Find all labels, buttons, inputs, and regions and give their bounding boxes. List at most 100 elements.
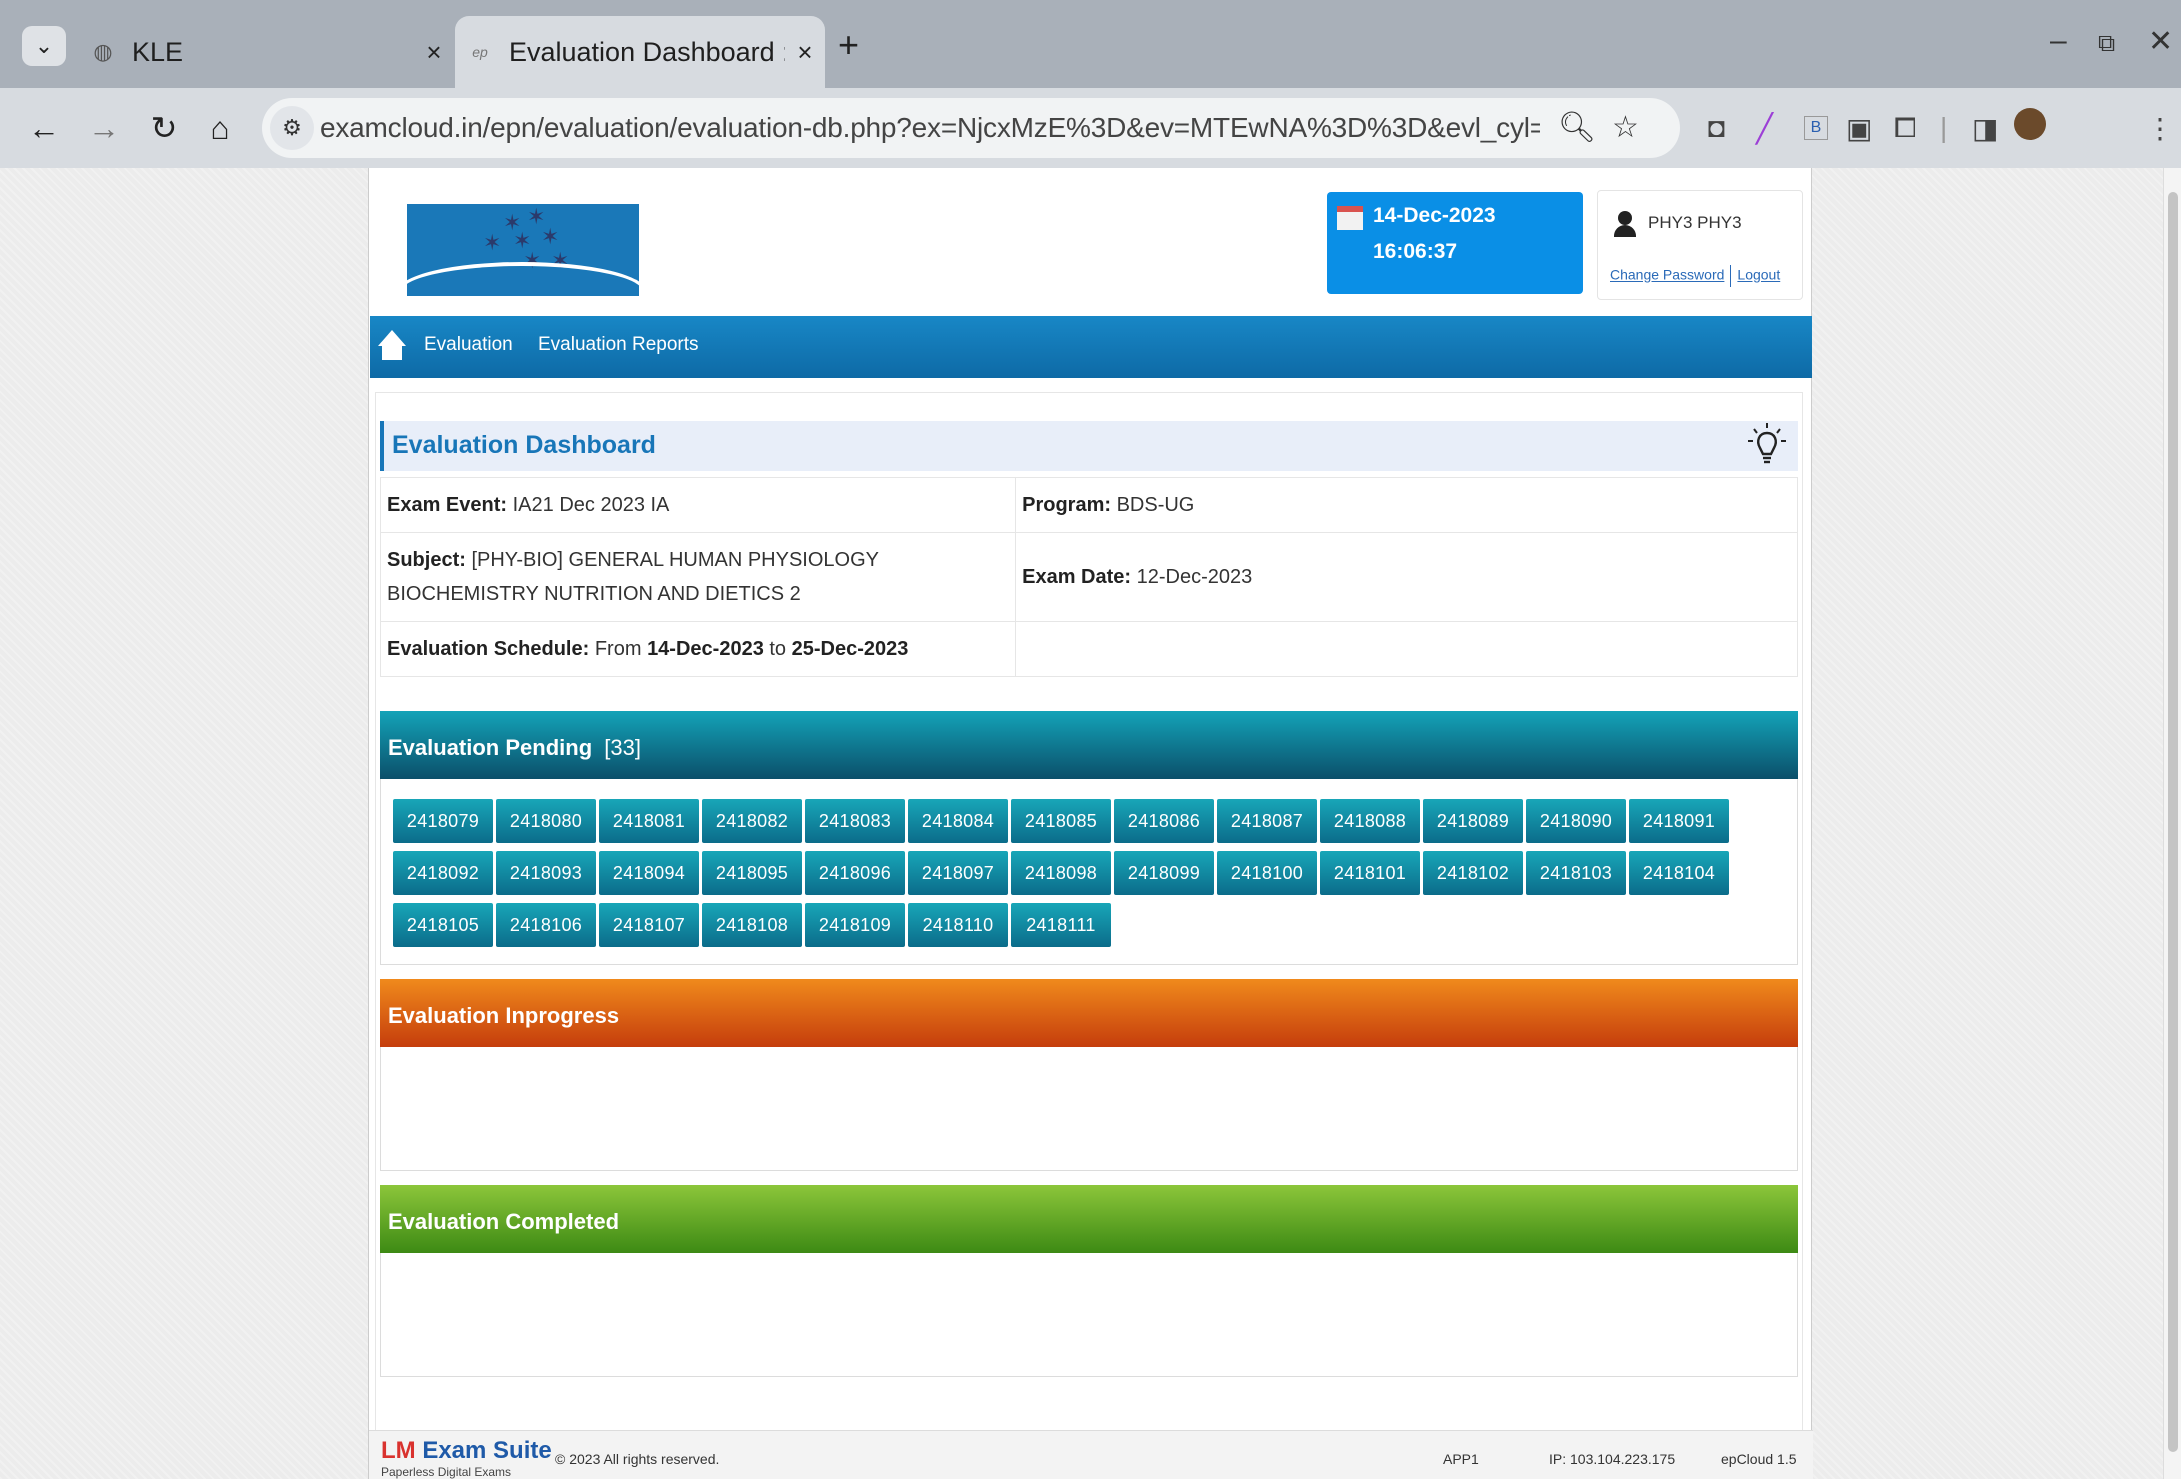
info-row: Exam Event: IA21 Dec 2023 IA Program: BD… (381, 478, 1797, 533)
address-bar[interactable]: ⚙ examcloud.in/epn/evaluation/evaluation… (262, 98, 1680, 158)
exam-date-value: 12-Dec-2023 (1136, 566, 1253, 588)
pending-title: Evaluation Pending (388, 735, 593, 760)
extensions-puzzle-icon[interactable]: ⧠ (1894, 112, 1916, 145)
script-button[interactable]: 2418108 (702, 903, 802, 947)
script-button[interactable]: 2418081 (599, 799, 699, 843)
pen-extension-icon[interactable]: ╱ (1756, 112, 1773, 145)
script-button[interactable]: 2418107 (599, 903, 699, 947)
browser-toolbar: ← → ↻ ⌂ ⚙ examcloud.in/epn/evaluation/ev… (0, 88, 2181, 168)
script-button[interactable]: 2418091 (1629, 799, 1729, 843)
vertical-scrollbar[interactable] (2163, 168, 2181, 1479)
schedule-to-word: to (769, 638, 787, 660)
script-button[interactable]: 2418111 (1011, 903, 1111, 947)
url-text[interactable]: examcloud.in/epn/evaluation/evaluation-d… (320, 112, 1540, 144)
script-button[interactable]: 2418079 (393, 799, 493, 843)
program-label: Program: (1022, 494, 1112, 516)
script-button[interactable]: 2418093 (496, 851, 596, 895)
profile-avatar[interactable] (2014, 108, 2046, 140)
script-button[interactable]: 2418084 (908, 799, 1008, 843)
date-time-box: 14-Dec-2023 16:06:37 (1327, 192, 1583, 294)
script-button[interactable]: 2418098 (1011, 851, 1111, 895)
script-button[interactable]: 2418094 (599, 851, 699, 895)
cast-extension-icon[interactable]: ▣ (1846, 112, 1872, 145)
browser-tab-kle[interactable]: ◍ KLE × (84, 16, 454, 88)
bookmark-star-icon[interactable]: ☆ (1612, 110, 1639, 145)
script-button[interactable]: 2418088 (1320, 799, 1420, 843)
change-password-link[interactable]: Change Password (1610, 267, 1724, 283)
hand-icon (407, 262, 639, 296)
ip-address-label: IP: 103.104.223.175 (1549, 1451, 1676, 1467)
version-label: epCloud 1.5 (1721, 1451, 1797, 1467)
nav-evaluation[interactable]: Evaluation (424, 334, 513, 356)
inprogress-panel-body (380, 1047, 1798, 1171)
script-button[interactable]: 2418095 (702, 851, 802, 895)
user-links: Change Password Logout (1610, 265, 1780, 287)
current-time: 16:06:37 (1373, 240, 1458, 263)
script-button[interactable]: 2418089 (1423, 799, 1523, 843)
restore-icon[interactable]: ⧉ (2098, 30, 2115, 58)
minimize-icon[interactable]: – (2050, 24, 2067, 58)
script-button[interactable]: 2418097 (908, 851, 1008, 895)
info-row: Evaluation Schedule: From 14-Dec-2023 to… (381, 622, 1797, 676)
tab-list-button[interactable]: ⌄ (22, 26, 66, 66)
exam-date-label: Exam Date: (1022, 566, 1132, 588)
reload-icon[interactable]: ↻ (140, 104, 188, 152)
home-icon[interactable]: ⌂ (196, 104, 244, 152)
script-button[interactable]: 2418080 (496, 799, 596, 843)
browser-menu-icon[interactable]: ⋮ (2146, 112, 2174, 145)
exam-info-table: Exam Event: IA21 Dec 2023 IA Program: BD… (380, 477, 1798, 677)
script-button[interactable]: 2418099 (1114, 851, 1214, 895)
script-button[interactable]: 2418104 (1629, 851, 1729, 895)
tab-close-button[interactable]: × (785, 37, 825, 68)
schedule-from-date: 14-Dec-2023 (647, 638, 764, 660)
script-button[interactable]: 2418103 (1526, 851, 1626, 895)
script-button[interactable]: 2418105 (393, 903, 493, 947)
close-window-icon[interactable]: ✕ (2148, 24, 2173, 59)
script-button[interactable]: 2418085 (1011, 799, 1111, 843)
subject-cell: Subject: [PHY-BIO] GENERAL HUMAN PHYSIOL… (381, 533, 1017, 621)
tab-title: KLE (132, 36, 184, 67)
browser-tab-evaluation-dashboard[interactable]: ep Evaluation Dashboard :: × (455, 16, 825, 88)
site-info-icon[interactable]: ⚙ (270, 106, 314, 150)
script-button[interactable]: 2418083 (805, 799, 905, 843)
back-icon[interactable]: ← (20, 104, 68, 152)
empty-cell (1016, 622, 1797, 676)
brand-name: Exam Suite (422, 1437, 552, 1464)
b-extension-icon[interactable]: B (1804, 116, 1828, 140)
link-divider (1730, 265, 1732, 287)
side-panel-icon[interactable]: ◨ (1972, 112, 1998, 145)
scrollbar-thumb[interactable] (2168, 192, 2178, 1452)
lightbulb-icon[interactable] (1744, 421, 1790, 471)
script-button[interactable]: 2418096 (805, 851, 905, 895)
script-button[interactable]: 2418092 (393, 851, 493, 895)
info-row: Subject: [PHY-BIO] GENERAL HUMAN PHYSIOL… (381, 533, 1797, 622)
script-button[interactable]: 2418102 (1423, 851, 1523, 895)
exam-event-cell: Exam Event: IA21 Dec 2023 IA (381, 478, 1017, 532)
script-button[interactable]: 2418110 (908, 903, 1008, 947)
nav-evaluation-reports[interactable]: Evaluation Reports (538, 334, 699, 356)
new-tab-button[interactable]: + (838, 24, 859, 66)
completed-panel-body (380, 1253, 1798, 1377)
inprogress-panel-header: Evaluation Inprogress (380, 979, 1798, 1047)
script-button[interactable]: 2418090 (1526, 799, 1626, 843)
script-button[interactable]: 2418087 (1217, 799, 1317, 843)
camera-extension-icon[interactable]: ◘ (1708, 112, 1725, 144)
script-button[interactable]: 2418106 (496, 903, 596, 947)
script-button[interactable]: 2418109 (805, 903, 905, 947)
script-button[interactable]: 2418100 (1217, 851, 1317, 895)
calendar-icon (1337, 206, 1363, 230)
schedule-cell: Evaluation Schedule: From 14-Dec-2023 to… (381, 622, 1017, 676)
page-title: Evaluation Dashboard (392, 431, 656, 459)
tab-close-button[interactable]: × (414, 37, 454, 68)
script-button[interactable]: 2418082 (702, 799, 802, 843)
globe-icon: ◍ (93, 39, 113, 64)
forward-icon[interactable]: → (80, 104, 128, 152)
star-icon: ✶ (483, 230, 502, 255)
exam-suite-logo: LM Exam Suite Paperless Digital Exams (381, 1437, 552, 1479)
exam-event-label: Exam Event: (387, 494, 508, 516)
script-button[interactable]: 2418101 (1320, 851, 1420, 895)
script-button[interactable]: 2418086 (1114, 799, 1214, 843)
logout-link[interactable]: Logout (1737, 267, 1780, 283)
zoom-icon[interactable]: 🔍︎ (1558, 110, 1596, 145)
home-icon[interactable] (378, 330, 408, 362)
